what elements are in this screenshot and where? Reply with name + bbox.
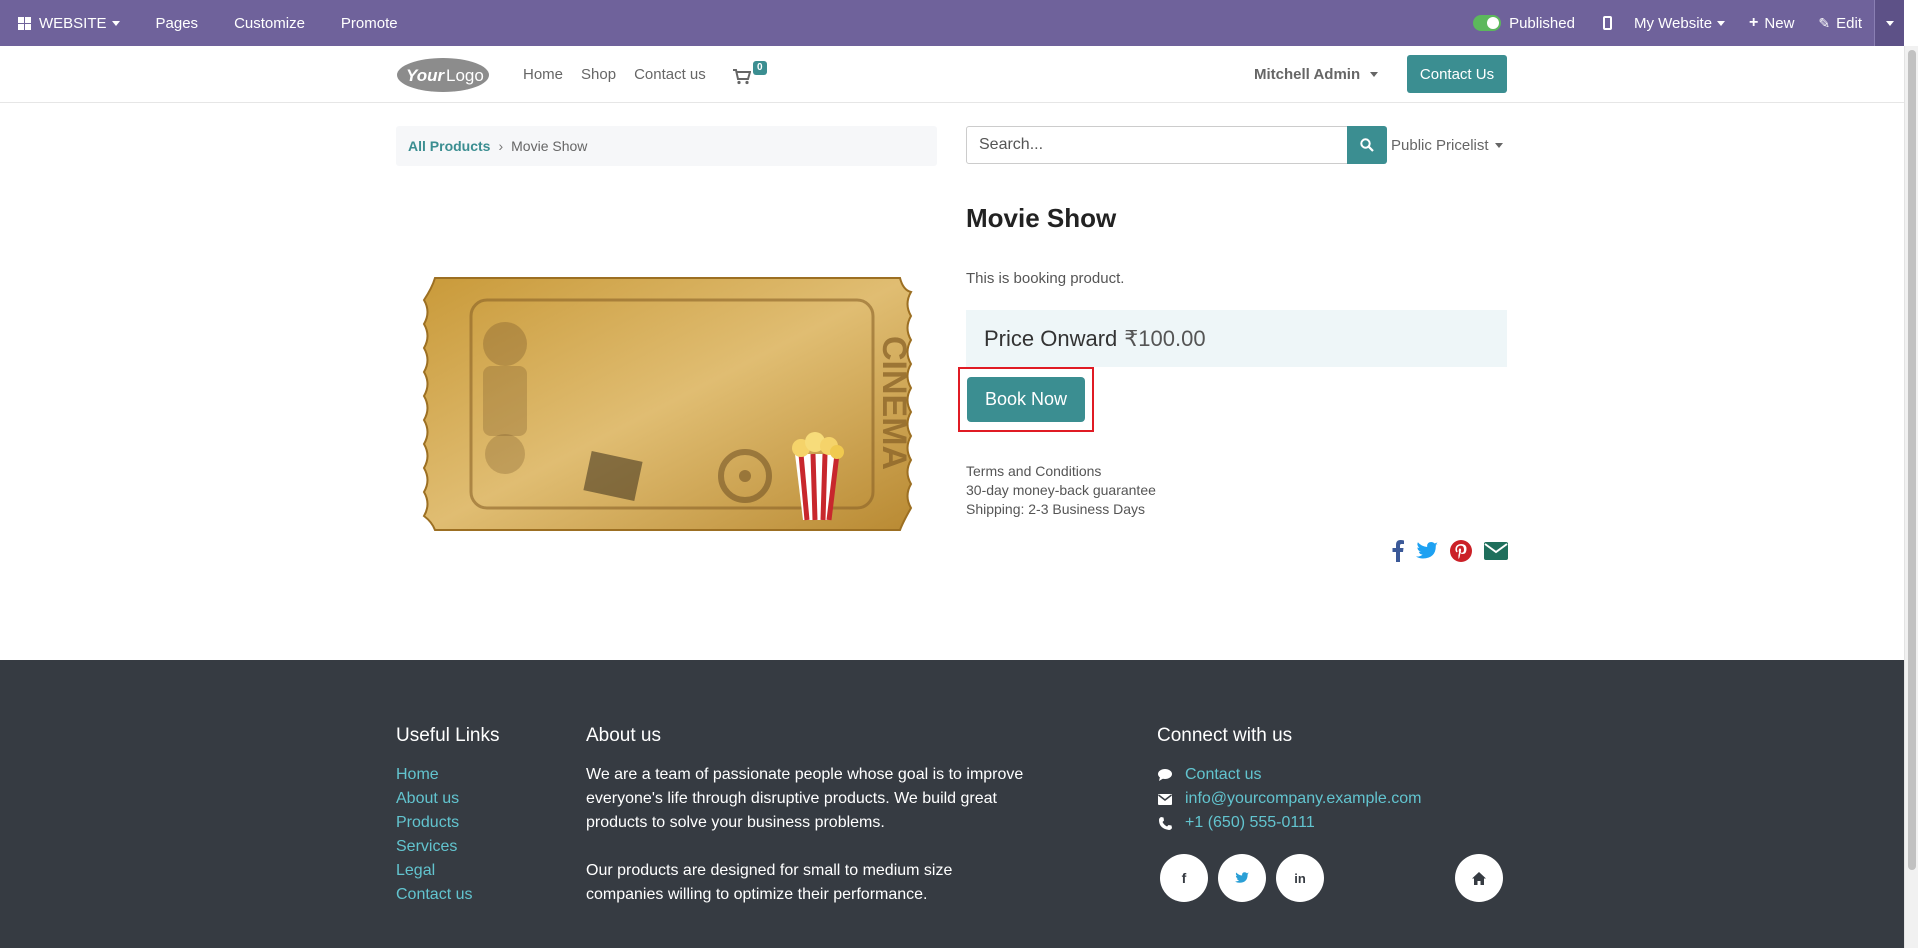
caret-down-icon	[1717, 20, 1726, 26]
terms-line: Terms and Conditions	[966, 463, 1102, 479]
publish-toggle[interactable]: Published	[1455, 0, 1593, 46]
cart-button[interactable]: 0	[733, 61, 767, 87]
my-website-menu[interactable]: My Website	[1622, 0, 1737, 46]
breadcrumb-current: Movie Show	[511, 138, 588, 154]
nav-shop[interactable]: Shop	[581, 66, 616, 83]
home-icon	[1472, 871, 1486, 885]
caret-down-icon	[1885, 20, 1894, 26]
facebook-share-icon[interactable]	[1392, 540, 1404, 562]
phone-icon	[1157, 816, 1173, 830]
caret-down-icon	[1494, 142, 1503, 148]
plus-icon: +	[1749, 14, 1759, 31]
pricelist-dropdown[interactable]: Public Pricelist	[1391, 126, 1503, 164]
connect-contact[interactable]: Contact us	[1157, 763, 1422, 787]
footer: Useful Links Home About us Products Serv…	[0, 660, 1904, 948]
new-button[interactable]: + New	[1737, 0, 1806, 46]
website-menu-label: WEBSITE	[39, 14, 107, 32]
email-share-icon[interactable]	[1484, 542, 1508, 560]
edit-label: Edit	[1836, 14, 1862, 32]
useful-links-list: Home About us Products Services Legal Co…	[396, 763, 472, 907]
svg-text:Logo: Logo	[446, 66, 484, 85]
page-scrollbar[interactable]	[1904, 46, 1918, 948]
publish-label: Published	[1509, 14, 1575, 32]
footer-linkedin-button[interactable]: in	[1276, 854, 1324, 902]
about-us-paragraph: Our products are designed for small to m…	[586, 862, 953, 903]
about-us-paragraph: We are a team of passionate people whose…	[586, 766, 1024, 831]
user-menu[interactable]: Mitchell Admin	[1254, 46, 1379, 103]
chevron-right-icon: ›	[498, 138, 504, 154]
facebook-icon: f	[1181, 870, 1187, 886]
price-box: Price Onward ₹100.00	[966, 310, 1507, 367]
highlight-box	[958, 367, 1094, 432]
terms-line: 30-day money-back guarantee	[966, 482, 1156, 498]
connect-email-label: info@yourcompany.example.com	[1185, 790, 1422, 807]
svg-text:Your: Your	[406, 66, 445, 85]
search-button[interactable]	[1347, 126, 1387, 164]
product-title: Movie Show	[966, 203, 1117, 233]
admin-bar: WEBSITE Pages Customize Promote Publishe…	[0, 0, 1904, 46]
footer-link-about[interactable]: About us	[396, 787, 472, 811]
breadcrumb: All Products › Movie Show	[396, 126, 937, 166]
search-input[interactable]	[966, 126, 1348, 164]
footer-link-products[interactable]: Products	[396, 811, 472, 835]
search-icon	[1360, 138, 1374, 152]
price-label: Price Onward	[984, 325, 1118, 351]
connect-title: Connect with us	[1157, 725, 1293, 746]
connect-contact-label: Contact us	[1185, 766, 1262, 783]
my-website-label: My Website	[1633, 14, 1713, 32]
mobile-preview-button[interactable]	[1593, 0, 1622, 46]
pencil-icon: ✎	[1818, 14, 1831, 31]
caret-down-icon	[111, 20, 120, 26]
new-label: New	[1764, 14, 1795, 32]
debug-menu-button[interactable]	[1874, 0, 1904, 46]
footer-link-legal[interactable]: Legal	[396, 859, 472, 883]
website-menu[interactable]: WEBSITE	[0, 0, 138, 46]
twitter-share-icon[interactable]	[1416, 542, 1438, 560]
edit-button[interactable]: ✎ Edit	[1806, 0, 1874, 46]
comment-icon	[1157, 769, 1173, 781]
nav-contact-us[interactable]: Contact us	[634, 66, 706, 83]
contact-us-button[interactable]: Contact Us	[1407, 55, 1507, 93]
nav-home[interactable]: Home	[523, 66, 563, 83]
ticket-cinema-text: CINEMA	[875, 336, 913, 470]
company-logo[interactable]: Your Logo	[396, 55, 490, 95]
breadcrumb-all-products[interactable]: All Products	[408, 138, 490, 154]
pages-menu[interactable]: Pages	[138, 0, 217, 46]
price-amount: ₹100.00	[1124, 325, 1206, 351]
cart-count-badge: 0	[753, 61, 767, 75]
promote-menu[interactable]: Promote	[323, 0, 416, 46]
terms-block: Terms and Conditions 30-day money-back g…	[966, 462, 1156, 519]
pricelist-label: Public Pricelist	[1391, 136, 1489, 154]
linkedin-icon: in	[1294, 870, 1306, 886]
pinterest-share-icon[interactable]	[1450, 540, 1472, 562]
mobile-icon	[1602, 16, 1612, 30]
toggle-switch-icon	[1473, 15, 1502, 31]
footer-link-services[interactable]: Services	[396, 835, 472, 859]
envelope-icon	[1157, 793, 1173, 805]
twitter-icon	[1235, 872, 1249, 883]
footer-twitter-button[interactable]	[1218, 854, 1266, 902]
terms-line: Shipping: 2-3 Business Days	[966, 501, 1145, 517]
caret-down-icon	[1370, 72, 1379, 77]
connect-list: Contact us info@yourcompany.example.com …	[1157, 763, 1422, 835]
share-icons	[1380, 540, 1508, 562]
connect-phone-label: +1 (650) 555-0111	[1185, 814, 1315, 831]
footer-facebook-button[interactable]: f	[1160, 854, 1208, 902]
scrollbar-thumb[interactable]	[1908, 50, 1916, 870]
apps-grid-icon	[18, 16, 31, 30]
about-us-title: About us	[586, 725, 661, 746]
shopping-cart-icon	[733, 69, 751, 85]
site-header: Your Logo Home Shop Contact us 0 Mitchel…	[0, 46, 1904, 103]
useful-links-title: Useful Links	[396, 725, 500, 746]
connect-email[interactable]: info@yourcompany.example.com	[1157, 787, 1422, 811]
user-name: Mitchell Admin	[1254, 66, 1361, 83]
product-description: This is booking product.	[966, 270, 1125, 287]
main-nav: Home Shop Contact us	[523, 46, 724, 103]
product-image: CINEMA	[417, 276, 918, 532]
footer-link-contact[interactable]: Contact us	[396, 883, 472, 907]
customize-menu[interactable]: Customize	[216, 0, 323, 46]
connect-phone[interactable]: +1 (650) 555-0111	[1157, 811, 1422, 835]
footer-link-home[interactable]: Home	[396, 763, 472, 787]
footer-home-button[interactable]	[1455, 854, 1503, 902]
